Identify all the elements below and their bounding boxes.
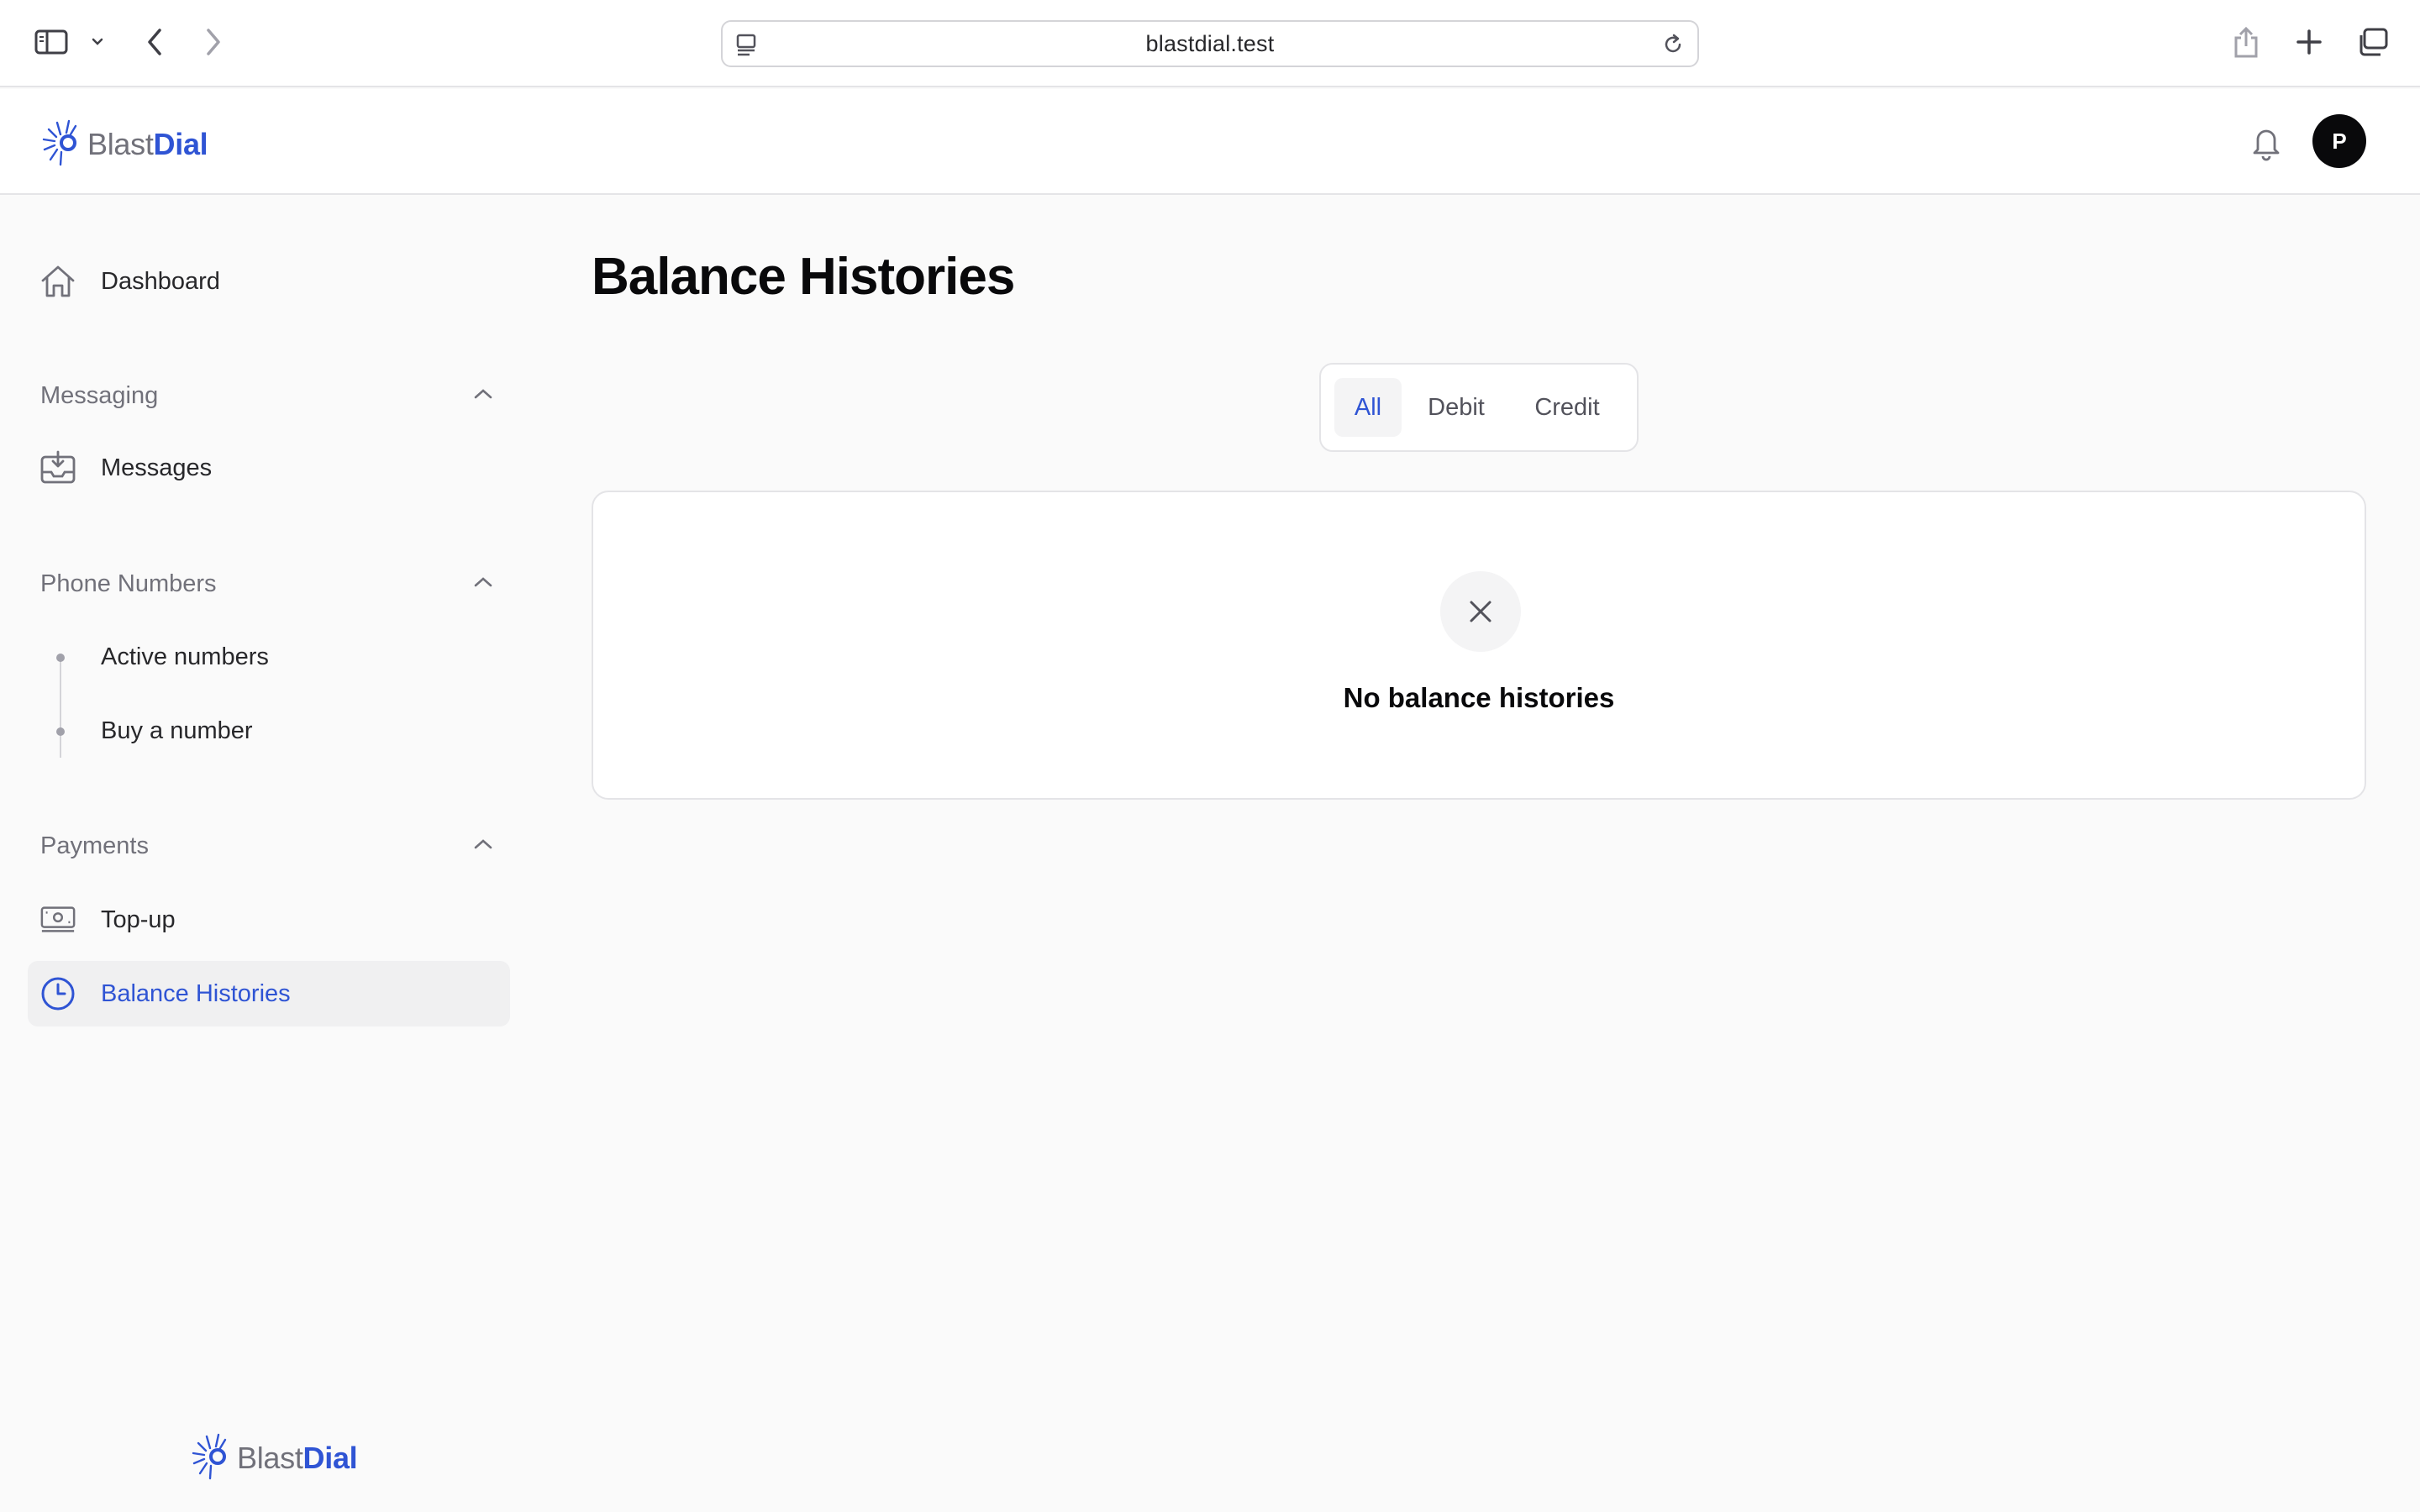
section-payments-header[interactable]: Payments (40, 825, 494, 867)
tree-line (60, 659, 61, 758)
reload-icon[interactable] (1660, 32, 1686, 57)
section-title: Phone Numbers (40, 570, 217, 597)
forward-icon[interactable] (198, 25, 229, 59)
url-text[interactable]: blastdial.test (1146, 31, 1275, 57)
section-title: Messaging (40, 381, 159, 409)
footer-brand-logo[interactable]: BlastDial (188, 1428, 358, 1488)
section-title: Payments (40, 832, 149, 859)
sidebar-item-dashboard[interactable]: Dashboard (28, 249, 510, 314)
tab-credit[interactable]: Credit (1511, 378, 1623, 437)
tree-dot (56, 727, 65, 736)
user-avatar[interactable]: P (2312, 114, 2366, 168)
app-header: BlastDial (0, 89, 2420, 195)
page-info-icon[interactable] (734, 32, 760, 57)
chevron-down-icon[interactable] (87, 32, 108, 52)
chevron-up-icon[interactable] (472, 837, 494, 855)
burst-logo-icon (39, 114, 84, 174)
sidebar-item-label: Messages (101, 454, 213, 481)
brand-name-part1: Blast (237, 1440, 303, 1475)
empty-state-card: No balance histories (592, 491, 2366, 800)
bell-icon[interactable] (2245, 121, 2287, 163)
brand-name-part1: Blast (87, 126, 154, 161)
back-icon[interactable] (139, 25, 170, 59)
tab-all[interactable]: All (1334, 378, 1402, 437)
sidebar-item-buy-a-number[interactable]: Buy a number (101, 717, 253, 745)
section-phone-numbers-header[interactable]: Phone Numbers (40, 563, 494, 605)
chevron-up-icon[interactable] (472, 575, 494, 593)
sidebar-item-label: Dashboard (101, 267, 220, 295)
brand-name-part2: Dial (302, 1440, 358, 1475)
share-icon[interactable] (2230, 24, 2262, 62)
sidebar-item-balance-histories[interactable]: Balance Histories (28, 961, 510, 1026)
sidebar-item-active-numbers[interactable]: Active numbers (101, 643, 269, 671)
sidebar-item-label: Top-up (101, 906, 176, 933)
clock-icon (39, 977, 76, 1011)
home-icon (39, 265, 76, 298)
brand-logo[interactable]: BlastDial (39, 114, 208, 174)
section-messaging-header[interactable]: Messaging (40, 375, 494, 417)
sidebar-item-label: Balance Histories (101, 979, 291, 1007)
brand-name-part2: Dial (153, 126, 208, 161)
browser-toolbar: blastdial.test (0, 0, 2420, 87)
inbox-icon (39, 450, 76, 485)
close-icon (1440, 571, 1521, 652)
page-title: Balance Histories (592, 248, 1015, 306)
empty-state-message: No balance histories (1343, 682, 1615, 713)
sidebar: Dashboard Messaging Messages Phone Numbe… (0, 195, 538, 1512)
burst-logo-icon (188, 1428, 234, 1488)
tree-dot (56, 654, 65, 662)
tabs-overview-icon[interactable] (2354, 25, 2391, 59)
filter-tabs: All Debit Credit (1319, 363, 1639, 452)
chevron-up-icon[interactable] (472, 387, 494, 405)
sidebar-item-top-up[interactable]: Top-up (28, 887, 510, 953)
address-bar[interactable]: blastdial.test (721, 20, 1699, 67)
sidebar-toggle-icon[interactable] (32, 25, 71, 59)
cash-icon (39, 903, 76, 937)
sidebar-item-messages[interactable]: Messages (28, 435, 510, 501)
new-tab-icon[interactable] (2292, 25, 2326, 59)
tab-debit[interactable]: Debit (1408, 378, 1504, 437)
